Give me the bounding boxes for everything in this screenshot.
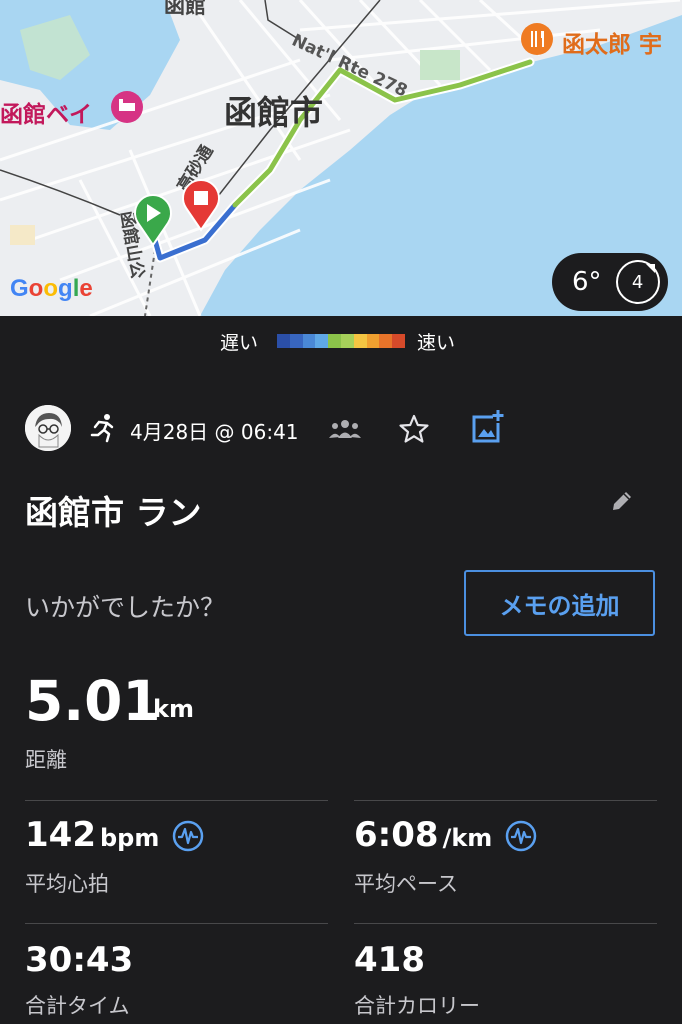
divider xyxy=(354,800,657,801)
legend-slow-label: 遅い xyxy=(220,332,259,354)
stat-value: 418 xyxy=(354,940,425,980)
stat-total-time: 30:43 合計タイム xyxy=(25,940,133,1020)
weather-temperature: 6° xyxy=(572,267,602,297)
map-label-restaurant: 函太郎 宇 xyxy=(562,32,663,58)
divider xyxy=(25,800,328,801)
pulse-chart-icon[interactable] xyxy=(505,820,537,852)
stat-unit: /km xyxy=(442,824,493,852)
map-label-city: 函館市 xyxy=(224,93,323,132)
stat-label: 合計カロリー xyxy=(354,994,480,1018)
wind-speed: 4 xyxy=(631,271,644,293)
add-memo-button[interactable]: メモの追加 xyxy=(464,570,655,636)
wind-indicator-icon: 4 xyxy=(615,260,660,304)
activity-date: 4月28日 @ 06:41 xyxy=(130,420,299,444)
distance-label: 距離 xyxy=(25,748,67,772)
activity-title: 函館市 ラン xyxy=(25,493,202,532)
avatar[interactable] xyxy=(25,405,71,451)
route-map[interactable]: 函館 函館市 函館ベイ 函太郎 宇 高砂通 函館山公 Nat'l Rte 278… xyxy=(0,0,682,316)
stat-label: 平均心拍 xyxy=(25,871,109,896)
weather-badge[interactable]: 6° 4 xyxy=(552,253,668,311)
legend-swatch xyxy=(366,334,380,348)
distance-value: 5.01 xyxy=(25,669,161,733)
legend-swatch xyxy=(289,334,303,348)
google-logo: Google xyxy=(10,275,93,302)
stat-avg-heart-rate[interactable]: 142 bpm 平均心拍 xyxy=(25,815,204,898)
legend-color-bar xyxy=(277,334,405,348)
avatar-icon xyxy=(25,405,71,451)
pulse-chart-icon[interactable] xyxy=(172,820,204,852)
legend-swatch xyxy=(392,334,405,348)
finish-marker-icon[interactable] xyxy=(180,178,222,232)
stat-label: 合計タイム xyxy=(25,994,130,1018)
running-icon xyxy=(90,414,114,443)
pace-legend: 遅い 速い xyxy=(0,326,682,356)
map-label-bay: 函館ベイ xyxy=(0,102,92,128)
feeling-prompt: いかがでしたか？ xyxy=(25,593,226,622)
legend-swatch xyxy=(277,334,290,348)
distance-unit: km xyxy=(153,695,194,723)
hotel-icon xyxy=(111,91,143,123)
legend-fast-label: 速い xyxy=(417,332,456,354)
stat-total-calories: 418 合計カロリー xyxy=(354,940,480,1020)
stat-unit: bpm xyxy=(99,824,160,852)
legend-swatch xyxy=(379,334,393,348)
divider xyxy=(354,923,657,924)
stat-value: 142 xyxy=(25,815,96,855)
add-photo-icon[interactable] xyxy=(471,409,505,445)
legend-swatch xyxy=(353,334,367,348)
star-icon[interactable] xyxy=(398,413,430,445)
restaurant-icon xyxy=(521,23,553,55)
stat-avg-pace[interactable]: 6:08/km 平均ペース xyxy=(354,815,537,898)
edit-pencil-icon[interactable] xyxy=(609,488,635,514)
legend-swatch xyxy=(302,334,316,348)
legend-swatch xyxy=(315,334,329,348)
legend-swatch xyxy=(328,334,341,348)
divider xyxy=(25,923,328,924)
start-marker-icon[interactable] xyxy=(132,193,174,247)
stat-label: 平均ペース xyxy=(354,871,458,896)
group-icon[interactable] xyxy=(328,418,362,440)
map-label-top: 函館 xyxy=(164,0,206,18)
stat-value: 6:08 xyxy=(354,815,439,855)
stat-value: 30:43 xyxy=(25,940,134,980)
activity-header: 4月28日 @ 06:41 xyxy=(25,405,665,453)
legend-swatch xyxy=(340,334,354,348)
